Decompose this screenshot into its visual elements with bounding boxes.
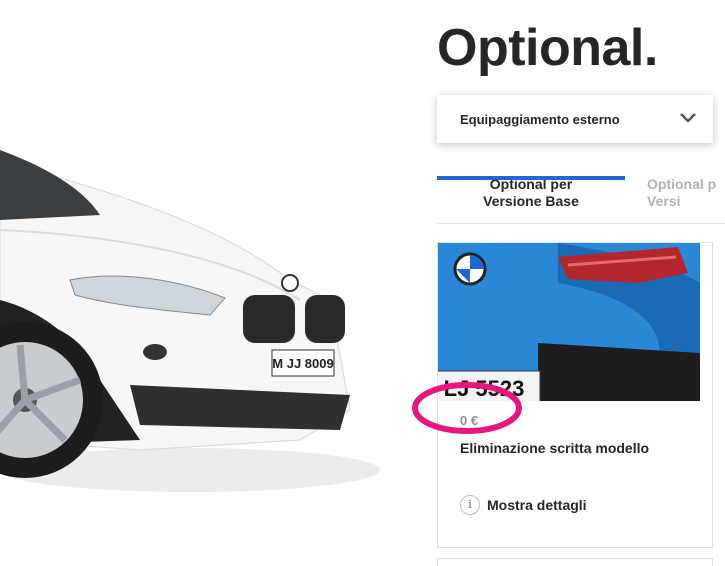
option-title: Eliminazione scritta modello (460, 440, 650, 456)
show-details-link[interactable]: i Mostra dettagli (460, 495, 587, 515)
car-plate-text: M JJ 8009 (272, 356, 333, 371)
option-price: 0 € (460, 413, 479, 428)
tab-label: Optional p Versi (647, 176, 717, 209)
configurator-stage: M JJ 8009 Optional. Equipaggiamento este… (0, 0, 725, 566)
chevron-down-icon (680, 113, 696, 123)
option-card-next[interactable] (437, 558, 713, 566)
tab-label: Optional per Versione Base (483, 176, 579, 209)
card-plate-text: LJ 5523 (444, 376, 525, 401)
show-details-label: Mostra dettagli (487, 497, 587, 513)
option-image: LJ 5523 (438, 243, 700, 401)
active-tab-indicator (437, 176, 625, 180)
category-dropdown-value: Equipaggiamento esterno (460, 111, 620, 127)
tabs-divider (437, 223, 725, 224)
tab-versione-base[interactable]: Optional per Versione Base (437, 176, 625, 210)
category-dropdown[interactable]: Equipaggiamento esterno (437, 95, 713, 143)
page-title: Optional. (437, 19, 658, 77)
option-tabs: Optional per Versione Base Optional p Ve… (437, 172, 725, 224)
car-image: M JJ 8009 (0, 140, 380, 500)
info-icon: i (460, 495, 480, 515)
option-card[interactable]: LJ 5523 0 € Eliminazione scritta modello… (437, 242, 713, 548)
tab-optional-other[interactable]: Optional p Versi (647, 176, 725, 210)
